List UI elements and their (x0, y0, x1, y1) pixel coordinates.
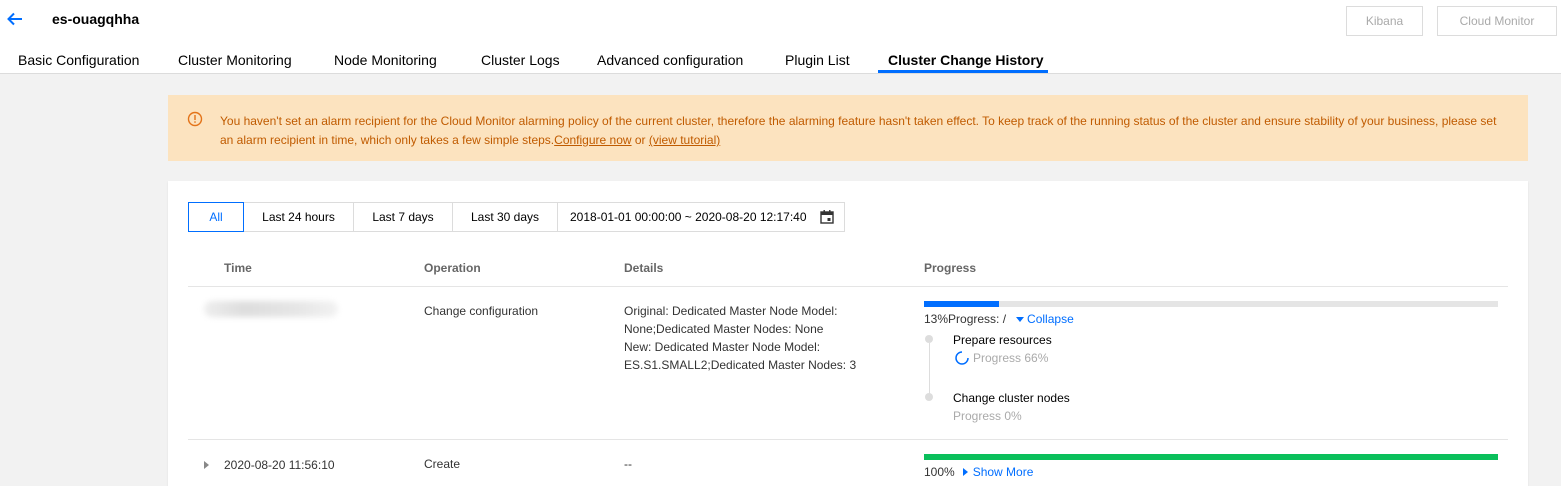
step-2-progress: Progress 0% (953, 409, 1022, 423)
tab-bar: Basic Configuration Cluster Monitoring N… (0, 44, 1561, 74)
column-header-operation: Operation (424, 261, 481, 275)
header-divider (188, 286, 1508, 287)
tab-basic-configuration[interactable]: Basic Configuration (18, 52, 139, 68)
row-1-details-line: New: Dedicated Master Node Model: (624, 340, 821, 354)
alarm-warning-banner: You haven't set an alarm recipient for t… (168, 95, 1528, 161)
top-bar: es-ouagqhha Kibana Cloud Monitor Basic C… (0, 0, 1561, 74)
row-2-progress-text: 100% Show More (924, 465, 1033, 479)
change-history-card: All Last 24 hours Last 7 days Last 30 da… (168, 181, 1528, 486)
row-2-progress-bar (924, 454, 1498, 460)
filter-last-24-hours-button[interactable]: Last 24 hours (243, 202, 354, 232)
step-2-title: Change cluster nodes (953, 391, 1070, 405)
collapse-toggle[interactable]: Collapse (1016, 312, 1074, 326)
tab-cluster-change-history[interactable]: Cluster Change History (888, 52, 1044, 68)
column-header-details: Details (624, 261, 664, 275)
tab-cluster-monitoring[interactable]: Cluster Monitoring (178, 52, 292, 68)
row-1-details-line: ES.S1.SMALL2;Dedicated Master Nodes: 3 (624, 358, 857, 372)
alert-or-text: or (631, 133, 649, 147)
filter-last-7-days-button[interactable]: Last 7 days (353, 202, 453, 232)
step-1-progress: Progress 66% (973, 351, 1049, 365)
alert-text: You haven't set an alarm recipient for t… (220, 114, 1497, 147)
row-2-time: 2020-08-20 11:56:10 (224, 458, 335, 472)
step-2-dot (925, 393, 933, 401)
page-title: es-ouagqhha (52, 11, 140, 27)
row-2-details: -- (624, 457, 632, 471)
collapse-label: Collapse (1027, 312, 1074, 326)
date-range-picker[interactable]: 2018-01-01 00:00:00 ~ 2020-08-20 12:17:4… (557, 202, 845, 232)
step-1-title: Prepare resources (953, 333, 1052, 347)
row-1-details-line: Original: Dedicated Master Node Model: (624, 304, 838, 318)
filter-last-30-days-button[interactable]: Last 30 days (452, 202, 558, 232)
row-divider (188, 439, 1508, 440)
active-tab-indicator (878, 70, 1048, 73)
column-header-time: Time (224, 261, 252, 275)
loading-spinner-icon (955, 351, 969, 365)
tab-advanced-configuration[interactable]: Advanced configuration (597, 52, 743, 68)
configure-now-link[interactable]: Configure now (554, 133, 631, 147)
step-1-dot (925, 335, 933, 343)
show-more-toggle[interactable]: Show More (955, 465, 1034, 479)
steps-connector (929, 343, 930, 399)
kibana-button[interactable]: Kibana (1346, 6, 1423, 36)
row-1-progress-bar (924, 301, 1498, 307)
filter-all-button[interactable]: All (188, 202, 244, 232)
row-1-progress-fill (924, 301, 999, 307)
caret-right-icon (962, 468, 968, 476)
row-1-details-line: None;Dedicated Master Nodes: None (624, 322, 824, 336)
row-1-operation: Change configuration (424, 304, 539, 318)
row-1-time-redacted (204, 301, 338, 317)
row-1-progress-label: 13%Progress: / (924, 312, 1007, 326)
warning-icon (187, 111, 203, 127)
row-1-progress-text: 13%Progress: / Collapse (924, 312, 1074, 326)
row-2-progress-fill (924, 454, 1498, 460)
back-arrow-icon[interactable] (6, 10, 24, 28)
tab-node-monitoring[interactable]: Node Monitoring (334, 52, 437, 68)
tab-plugin-list[interactable]: Plugin List (785, 52, 850, 68)
time-filter-group: All Last 24 hours Last 7 days Last 30 da… (188, 202, 845, 232)
row-1-details: Original: Dedicated Master Node Model: N… (624, 302, 856, 374)
calendar-icon[interactable] (820, 210, 834, 224)
alert-message: You haven't set an alarm recipient for t… (220, 112, 1500, 150)
row-2-operation: Create (424, 457, 461, 471)
cloud-monitor-button[interactable]: Cloud Monitor (1437, 6, 1557, 36)
caret-down-icon (1016, 316, 1025, 322)
column-header-progress: Progress (924, 261, 977, 275)
view-tutorial-link[interactable]: (view tutorial) (649, 133, 720, 147)
row-2-progress-label: 100% (924, 465, 955, 479)
show-more-label: Show More (972, 465, 1034, 479)
expand-row-caret-icon[interactable] (204, 461, 209, 469)
date-range-value: 2018-01-01 00:00:00 ~ 2020-08-20 12:17:4… (570, 210, 807, 224)
tab-cluster-logs[interactable]: Cluster Logs (481, 52, 560, 68)
